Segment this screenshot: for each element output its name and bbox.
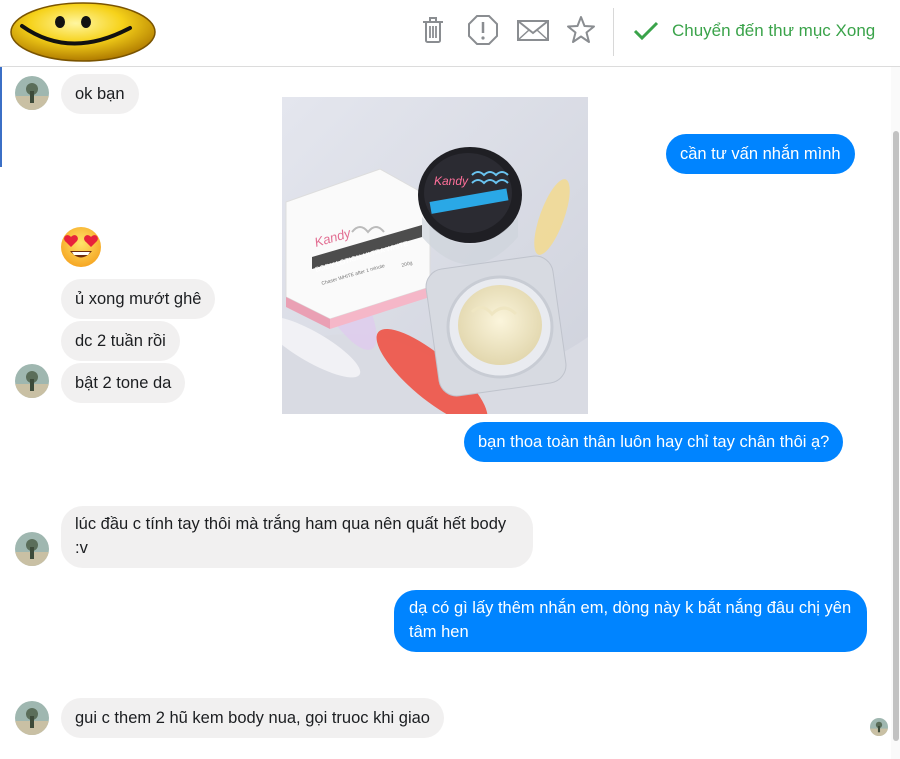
avatar-image <box>15 532 49 566</box>
product-photo[interactable]: BODY LOTION ULTRA WHITE Chaser WHITE aft… <box>282 97 588 414</box>
message-bubble[interactable]: bật 2 tone da <box>61 363 186 403</box>
scrollbar-thumb[interactable] <box>893 131 899 741</box>
message-bubble[interactable]: dc 2 tuần rồi <box>61 321 180 361</box>
product-photo-image: BODY LOTION ULTRA WHITE Chaser WHITE aft… <box>282 97 588 414</box>
move-to-done-button[interactable]: Chuyển đến thư mục Xong <box>632 14 875 48</box>
avatar[interactable] <box>15 532 49 566</box>
jar-brand: Kandy <box>434 174 469 188</box>
avatar-image <box>15 364 49 398</box>
avatar-image <box>15 76 49 110</box>
checkmark-icon <box>633 21 659 41</box>
message-bubble[interactable]: dạ có gì lấy thêm nhắn em, dòng này k bắ… <box>394 590 867 652</box>
message-bubble[interactable]: bạn thoa toàn thân luôn hay chỉ tay chân… <box>464 422 844 462</box>
mail-button[interactable] <box>515 12 551 48</box>
avatar-image <box>15 701 49 735</box>
avatar[interactable] <box>15 364 49 398</box>
message-bubble[interactable]: ok bạn <box>61 74 139 114</box>
report-icon <box>468 15 498 45</box>
star-button[interactable] <box>563 12 599 48</box>
move-to-done-label: Chuyển đến thư mục Xong <box>672 21 876 40</box>
toolbar: Chuyển đến thư mục Xong <box>0 0 900 67</box>
message-bubble[interactable]: ủ xong mướt ghê <box>61 279 216 319</box>
mail-icon <box>517 20 549 41</box>
avatar[interactable] <box>15 701 49 735</box>
message-bubble[interactable]: lúc đầu c tính tay thôi mà trắng ham qua… <box>61 506 533 568</box>
seen-avatar <box>870 718 888 736</box>
focus-indicator <box>0 67 2 167</box>
message-bubble[interactable]: gui c them 2 hũ kem body nua, gọi truoc … <box>61 698 444 738</box>
smiley-logo <box>10 2 156 62</box>
heart-eyes-emoji-icon <box>61 227 101 267</box>
avatar[interactable] <box>15 76 49 110</box>
message-bubble[interactable]: cần tư vấn nhắn mình <box>666 134 855 174</box>
seen-avatar-image <box>870 718 888 736</box>
star-icon <box>567 16 595 43</box>
toolbar-divider <box>613 8 614 56</box>
trash-icon <box>423 17 443 43</box>
report-button[interactable] <box>465 12 501 48</box>
conversation: ok bạn BODY LOTION ULTRA WHITE Chaser WH… <box>0 67 900 759</box>
delete-button[interactable] <box>415 12 451 48</box>
